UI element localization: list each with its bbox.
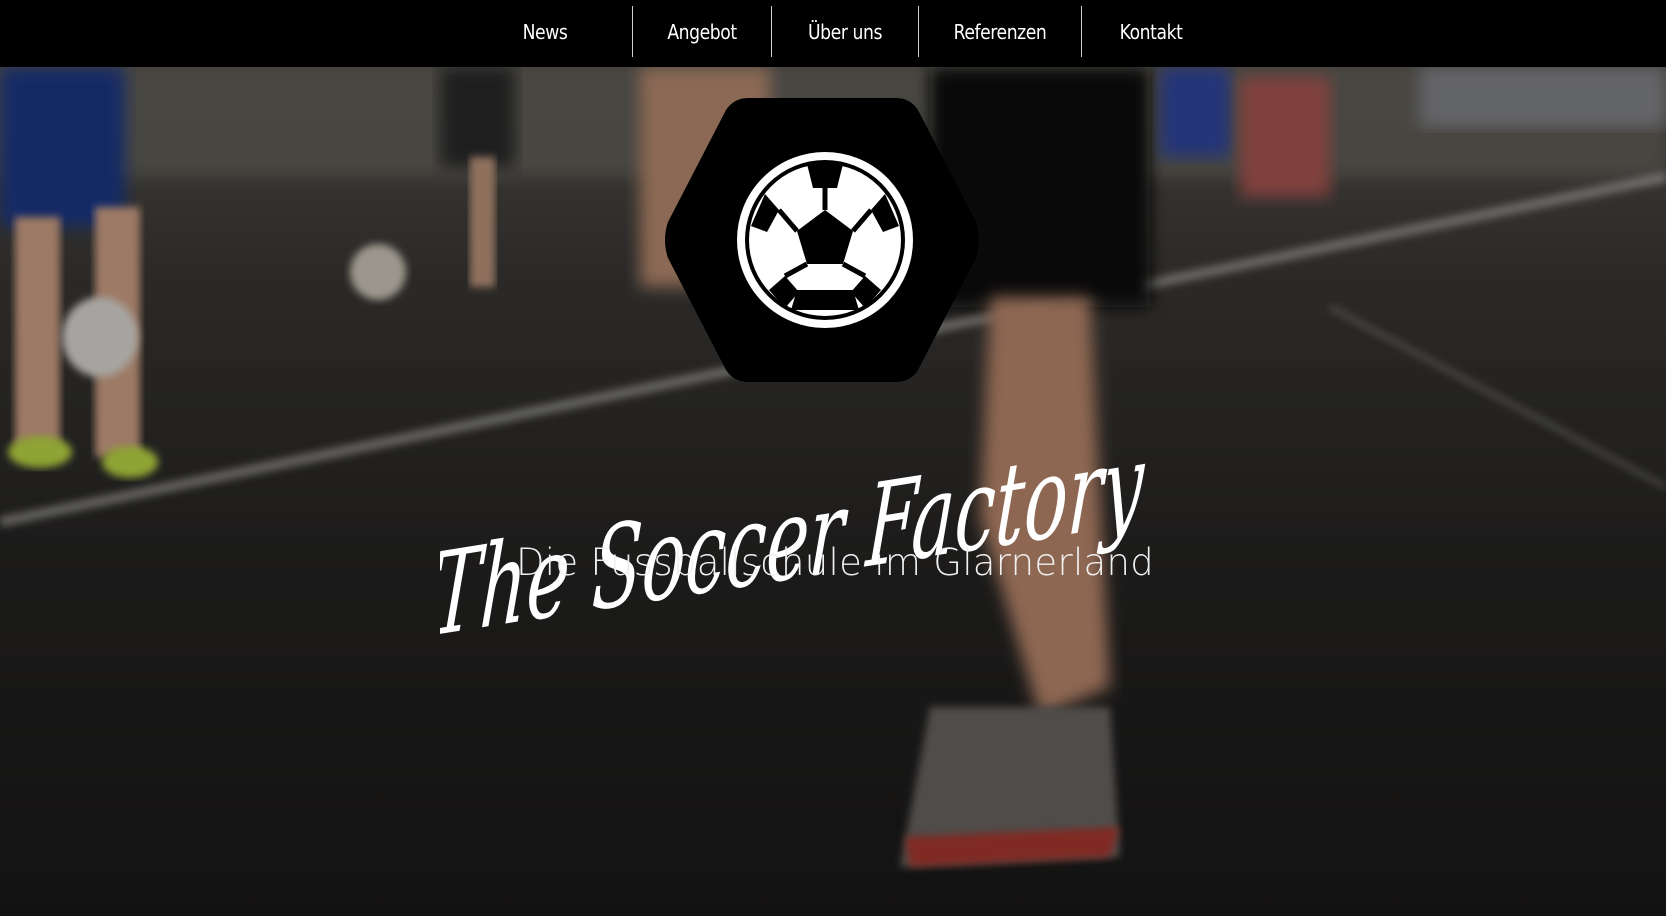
brand-subtitle: Die Fussballschule im Glarnerland: [515, 541, 1155, 584]
logo-hexagon: [665, 98, 979, 382]
nav-menu: News Angebot Über uns Referenzen Kontakt: [505, 6, 1220, 57]
nav-separator: [771, 6, 772, 57]
nav-separator: [632, 6, 633, 57]
nav-separator: [1081, 6, 1082, 57]
top-navigation: News Angebot Über uns Referenzen Kontakt: [0, 0, 1666, 67]
soccer-ball-icon: [737, 152, 913, 328]
brand-title-text: The Soccer Factory: [440, 417, 1148, 640]
nav-item-news[interactable]: News: [511, 6, 580, 57]
nav-item-ueber-uns[interactable]: Über uns: [782, 6, 908, 57]
nav-item-referenzen[interactable]: Referenzen: [930, 6, 1069, 57]
nav-item-angebot[interactable]: Angebot: [643, 6, 762, 57]
brand-title: The Soccer Factory: [440, 417, 1148, 640]
nav-separator: [918, 6, 919, 57]
nav-item-kontakt[interactable]: Kontakt: [1092, 6, 1211, 57]
